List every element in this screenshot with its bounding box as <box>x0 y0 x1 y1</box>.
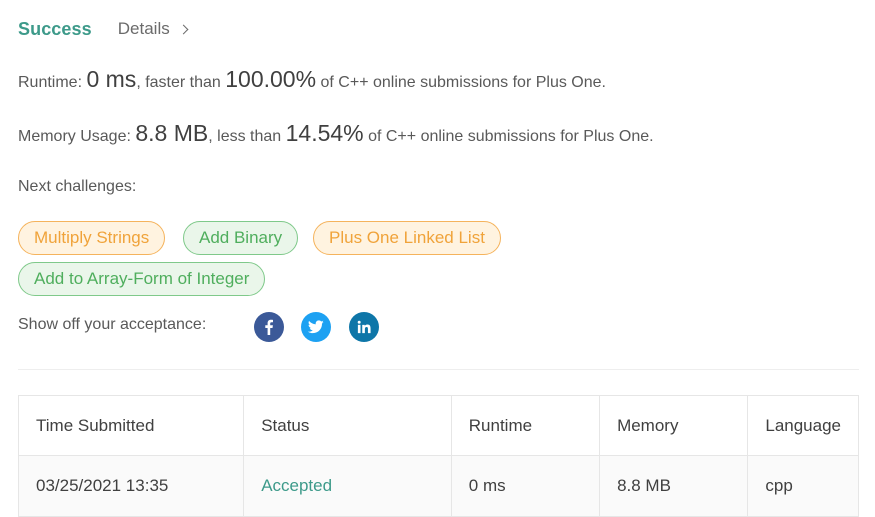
column-header-status[interactable]: Status <box>243 395 452 456</box>
challenge-chip-plus-one-linked-list[interactable]: Plus One Linked List <box>313 221 501 255</box>
column-header-memory[interactable]: Memory <box>599 395 749 456</box>
runtime-value: 0 ms <box>86 66 137 92</box>
runtime-percent: 100.00% <box>225 66 317 92</box>
cell-runtime: 0 ms <box>450 455 601 517</box>
share-label: Show off your acceptance: <box>18 316 207 333</box>
memory-label: Memory Usage: <box>18 128 136 145</box>
accepted-status-link[interactable]: Accepted <box>261 476 332 495</box>
linkedin-icon[interactable] <box>349 312 379 342</box>
challenge-chip-add-to-array-form[interactable]: Add to Array-Form of Integer <box>18 262 266 296</box>
memory-stat: Memory Usage: 8.8 MB, less than 14.54% o… <box>18 120 654 147</box>
cell-language: cpp <box>747 455 859 517</box>
success-status: Success <box>18 18 92 39</box>
cell-time-submitted: 03/25/2021 13:35 <box>17 455 245 517</box>
column-header-time-submitted[interactable]: Time Submitted <box>17 395 245 456</box>
details-link-label: Details <box>117 19 170 38</box>
twitter-icon[interactable] <box>301 312 331 342</box>
runtime-stat: Runtime: 0 ms, faster than 100.00% of C+… <box>18 66 606 93</box>
submissions-table: Time Submitted Status Runtime Memory Lan… <box>17 395 859 517</box>
memory-mid-text: , less than <box>208 128 286 145</box>
cell-status: Accepted <box>243 455 452 517</box>
facebook-icon[interactable] <box>254 312 284 342</box>
chevron-right-icon <box>178 24 189 35</box>
column-header-runtime[interactable]: Runtime <box>450 395 601 456</box>
runtime-suffix: of C++ online submissions for Plus One. <box>316 74 606 91</box>
cell-memory: 8.8 MB <box>599 455 749 517</box>
memory-percent: 14.54% <box>285 120 364 146</box>
runtime-mid-text: , faster than <box>136 74 226 91</box>
next-challenges-title: Next challenges: <box>18 178 137 195</box>
runtime-label: Runtime: <box>18 74 87 91</box>
challenge-chip-add-binary[interactable]: Add Binary <box>183 221 299 255</box>
memory-value: 8.8 MB <box>135 120 209 146</box>
table-header-row: Time Submitted Status Runtime Memory Lan… <box>17 395 859 456</box>
challenge-chip-multiply-strings[interactable]: Multiply Strings <box>18 221 166 255</box>
column-header-language[interactable]: Language <box>747 395 859 456</box>
memory-suffix: of C++ online submissions for Plus One. <box>363 128 654 145</box>
details-link[interactable]: Details <box>117 19 189 39</box>
section-divider <box>18 369 859 370</box>
table-row: 03/25/2021 13:35 Accepted 0 ms 8.8 MB cp… <box>17 455 859 517</box>
result-header: Success Details <box>18 14 189 44</box>
